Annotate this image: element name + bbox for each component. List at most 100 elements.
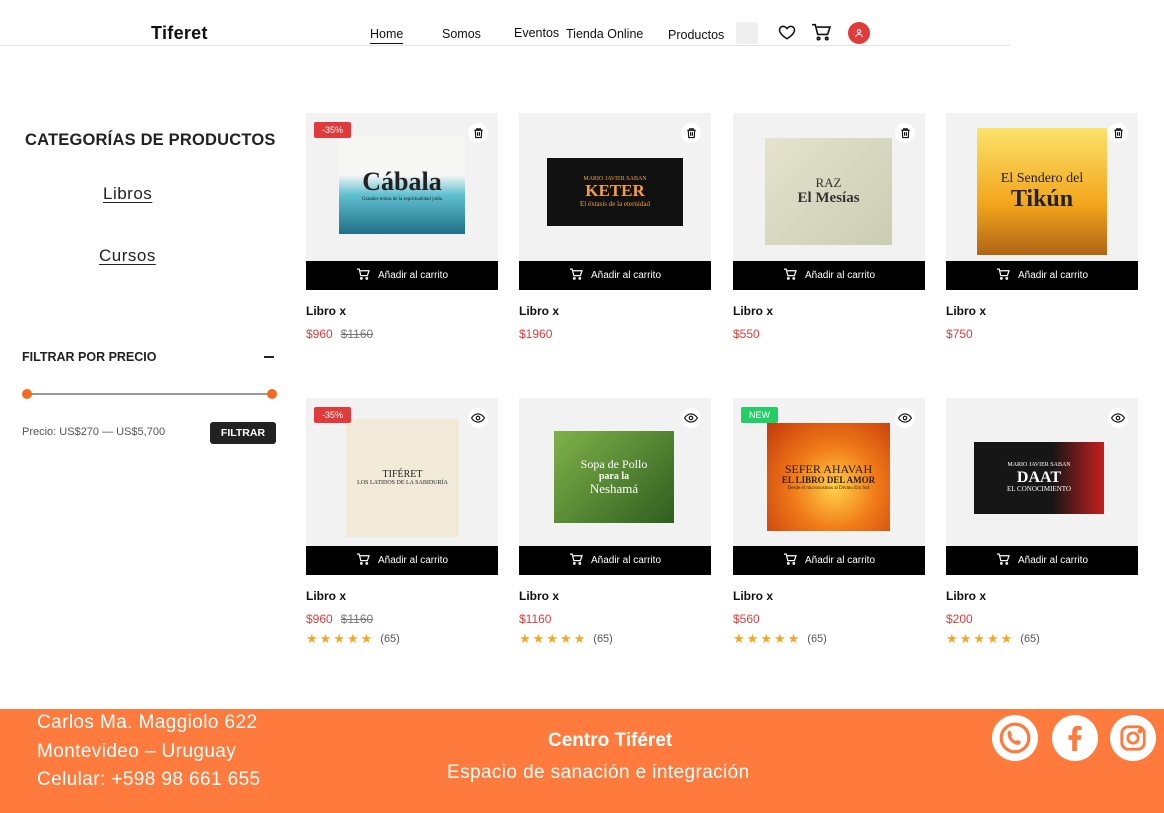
cover-text: El éxtasis de la eternidad [580, 199, 650, 208]
cart-icon [569, 268, 583, 283]
star-icon: ★ [306, 631, 318, 646]
add-to-cart-button[interactable]: Añadir al carrito [306, 261, 498, 290]
product-name[interactable]: Libro x [306, 304, 346, 318]
footer-address-line: Carlos Ma. Maggiolo 622 [37, 712, 258, 733]
eye-icon[interactable] [468, 408, 488, 428]
cover-text: EL LIBRO DEL AMOR [781, 474, 876, 485]
star-icon: ★ [532, 631, 545, 646]
cart-icon [356, 553, 370, 568]
product-name[interactable]: Libro x [519, 589, 559, 603]
add-to-cart-button[interactable]: Añadir al carrito [946, 546, 1138, 575]
add-to-cart-button[interactable]: Añadir al carrito [519, 546, 711, 575]
product-image[interactable]: MARIO JAVIER SABAN KETER El éxtasis de la … [519, 113, 711, 261]
cover-text: Tikún [1010, 186, 1074, 212]
book-cover: SEFER AHAVAH EL LIBRO DEL AMOR Desde el mi… [767, 423, 890, 531]
cover-text: MARIO JAVIER SABAN [1007, 462, 1071, 469]
review-count: (65) [807, 633, 827, 645]
nav-somos[interactable]: Somos [442, 27, 481, 41]
product-name[interactable]: Libro x [519, 304, 559, 318]
book-cover: RAZ El Mesías [765, 138, 892, 245]
price-range-max-handle[interactable] [267, 389, 277, 399]
collapse-minus-icon[interactable] [264, 356, 274, 358]
facebook-icon[interactable] [1052, 715, 1098, 761]
product-name[interactable]: Libro x [946, 589, 986, 603]
cover-text: Sopa de Pollo [580, 456, 648, 471]
cover-text: RAZ [815, 175, 842, 191]
add-to-cart-label: Añadir al carrito [1017, 555, 1089, 566]
nav-eventos[interactable]: Eventos [514, 26, 559, 40]
filter-button[interactable]: FILTRAR [210, 422, 276, 444]
cart-icon[interactable] [811, 23, 832, 43]
instagram-icon[interactable] [1110, 715, 1156, 761]
cover-text: KETER [585, 181, 645, 201]
product-image[interactable]: MARIO JAVIER SABAN DAAT EL CONOCIMIENTO [946, 398, 1138, 546]
add-to-cart-button[interactable]: Añadir al carrito [306, 546, 498, 575]
review-count: (65) [593, 633, 613, 645]
product-price: $1160 [519, 612, 551, 626]
nav-tienda-online[interactable]: Tienda Online [566, 27, 643, 41]
nav-productos[interactable]: Productos [668, 28, 724, 42]
star-icon: ★ [519, 631, 531, 646]
heart-icon[interactable] [778, 23, 798, 43]
cart-icon [783, 268, 797, 283]
star-icon: ★ [773, 631, 786, 646]
add-to-cart-label: Añadir al carrito [804, 270, 876, 281]
search-box[interactable] [736, 22, 758, 44]
add-to-cart-label: Añadir al carrito [590, 270, 662, 281]
trash-icon[interactable] [681, 123, 701, 143]
product-image[interactable]: SEFER AHAVAH EL LIBRO DEL AMOR Desde el mi… [733, 398, 925, 546]
product-name[interactable]: Libro x [733, 304, 773, 318]
footer-title: Centro Tiféret [548, 730, 673, 751]
category-libros[interactable]: Libros [103, 184, 152, 204]
current-price: $960 [306, 612, 333, 626]
user-icon[interactable] [848, 22, 870, 44]
book-cover: MARIO JAVIER SABAN DAAT EL CONOCIMIENTO [974, 442, 1104, 514]
category-cursos[interactable]: Cursos [99, 246, 156, 266]
eye-icon[interactable] [895, 408, 915, 428]
trash-icon[interactable] [1108, 123, 1128, 143]
add-to-cart-button[interactable]: Añadir al carrito [519, 261, 711, 290]
nav-home[interactable]: Home [370, 27, 404, 44]
cover-text: Desde el microcosmos al Divino Ein Sof [787, 485, 870, 491]
product-price: $550 [733, 327, 760, 341]
product-name[interactable]: Libro x [306, 589, 346, 603]
star-icon: ★ [333, 631, 345, 646]
product-name[interactable]: Libro x [946, 304, 986, 318]
trash-icon[interactable] [468, 123, 488, 143]
add-to-cart-button[interactable]: Añadir al carrito [733, 261, 925, 290]
whatsapp-icon[interactable] [992, 715, 1038, 761]
add-to-cart-button[interactable]: Añadir al carrito [946, 261, 1138, 290]
cover-text: El Mesías [797, 190, 860, 207]
current-price: $960 [306, 327, 333, 341]
star-icon: ★ [986, 631, 999, 646]
product-image[interactable]: Sopa de Pollo para la Neshamá [519, 398, 711, 546]
star-icon: ★ [760, 631, 772, 646]
eye-icon[interactable] [681, 408, 701, 428]
product-name[interactable]: Libro x [733, 589, 773, 603]
discount-badge: -35% [314, 407, 352, 423]
price-range-min-handle[interactable] [22, 389, 32, 399]
current-price: $550 [733, 327, 760, 341]
product-price: $960 $1160 [306, 327, 373, 341]
eye-icon[interactable] [1108, 408, 1128, 428]
footer-address-line: Montevideo – Uruguay [37, 741, 237, 762]
trash-icon[interactable] [895, 123, 915, 143]
add-to-cart-button[interactable]: Añadir al carrito [733, 546, 925, 575]
review-count: (65) [1020, 633, 1040, 645]
product-image[interactable]: El Sendero del Tikún [946, 113, 1138, 261]
star-icon: ★ [973, 631, 985, 646]
star-icon: ★ [319, 631, 332, 646]
book-cover: TIFÉRET LOS LATIDOS DE LA SABIDURÍA [346, 419, 459, 537]
add-to-cart-label: Añadir al carrito [1017, 270, 1089, 281]
product-image[interactable]: RAZ El Mesías [733, 113, 925, 261]
product-image[interactable]: TIFÉRET LOS LATIDOS DE LA SABIDURÍA -35% [306, 398, 498, 546]
footer-subtitle: Espacio de sanación e integración [447, 762, 750, 783]
brand-logo[interactable]: Tiferet [151, 23, 208, 44]
star-icon: ★ [1000, 631, 1013, 646]
price-range-track[interactable] [26, 393, 272, 395]
cover-text: El Sendero del [1000, 170, 1084, 186]
current-price: $1960 [519, 327, 553, 341]
discount-badge: -35% [314, 122, 352, 138]
product-image[interactable]: Cábala Grandes temas de la espiritualidad… [306, 113, 498, 261]
footer-phone: Celular: +598 98 661 655 [37, 769, 261, 790]
